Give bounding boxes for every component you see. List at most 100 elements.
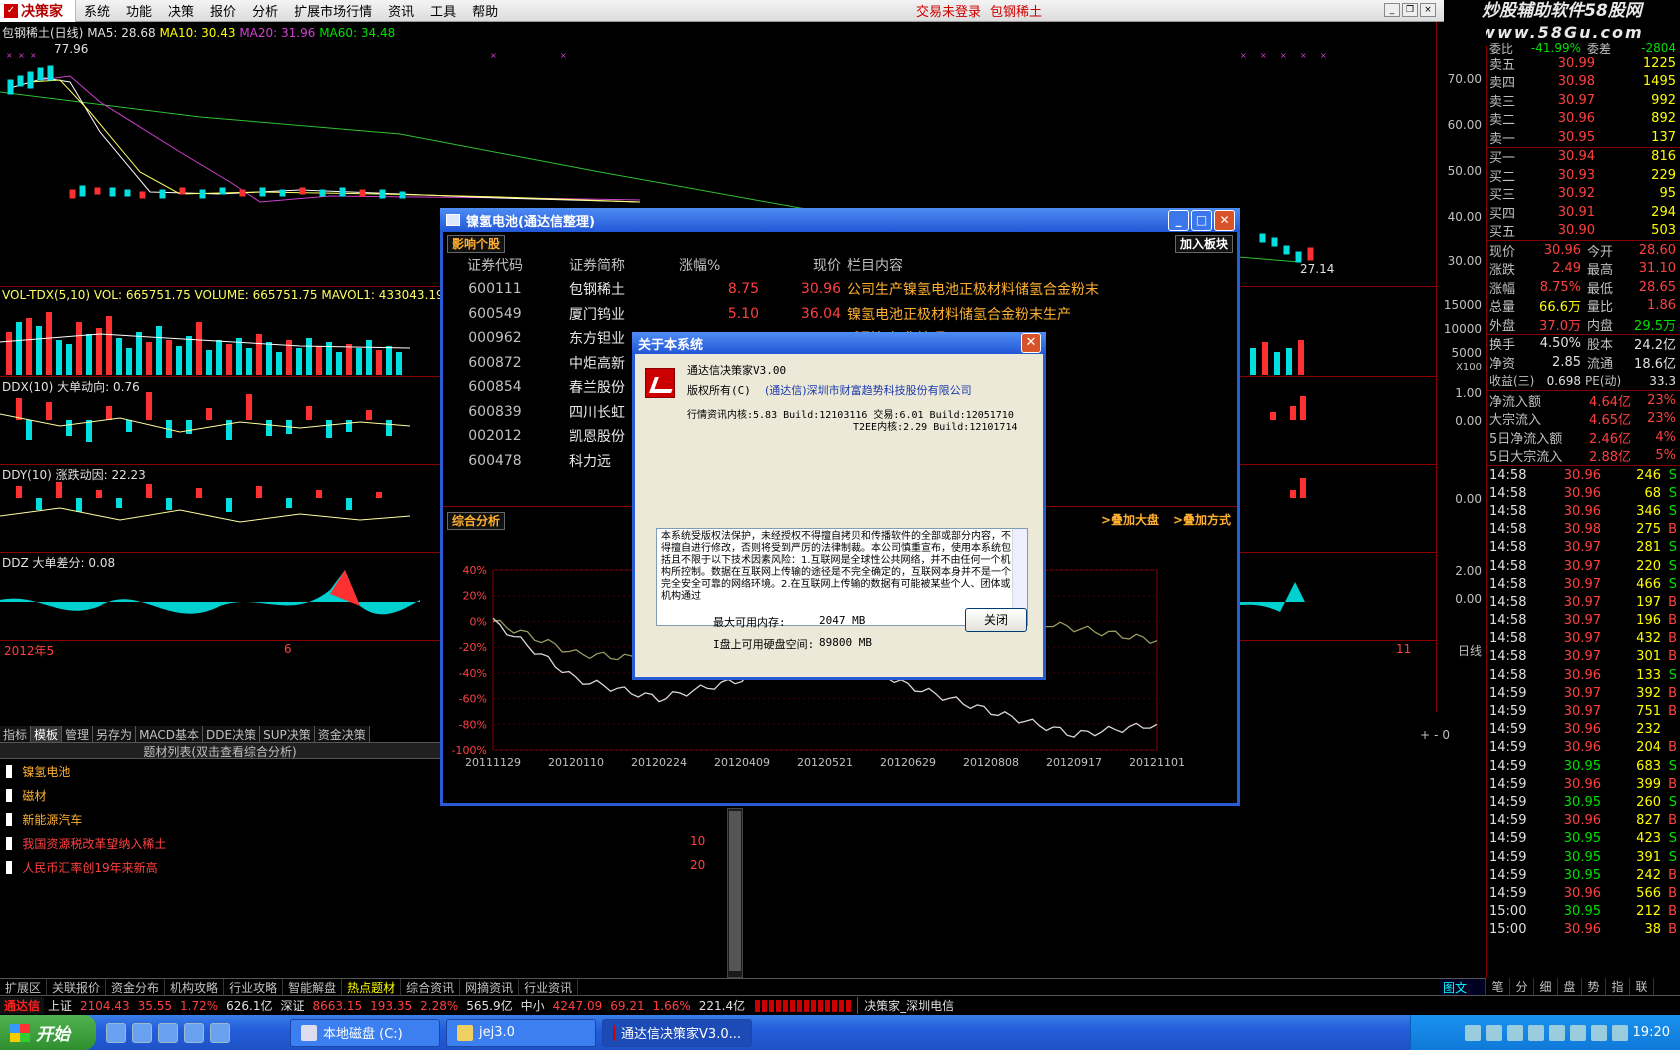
table-row[interactable]: 600111 包钢稀土 8.75 30.96 公司生产镍氢电池正极材料储氢合金粉末	[447, 277, 1237, 302]
add-to-sector-button[interactable]: 加入板块	[1174, 235, 1233, 253]
tab-industry-info[interactable]: 行业资讯	[519, 979, 579, 995]
tab-sup[interactable]: SUP决策	[260, 726, 315, 742]
tab-fund-distribution[interactable]: 资金分布	[106, 979, 166, 995]
zoom-in-button[interactable]: +	[1420, 728, 1430, 742]
quicklaunch-icon[interactable]	[158, 1022, 178, 1043]
tray-icon[interactable]	[1569, 1024, 1586, 1041]
tab-manage[interactable]: 管理	[62, 726, 94, 742]
list-item[interactable]: 我国资源税改革望纳入稀土	[0, 831, 440, 855]
list-item[interactable]: 磁材	[0, 783, 440, 807]
tick-row: 14:58 30.97 196 B	[1489, 613, 1677, 629]
trade-login-status[interactable]: 交易未登录	[916, 1, 981, 20]
close-icon[interactable]: ✕	[1021, 333, 1041, 353]
quicklaunch-icon[interactable]	[106, 1022, 126, 1043]
company-name: (通达信)深圳市财富趋势科技股份有限公司	[765, 384, 972, 397]
task-local-disk[interactable]: 本地磁盘 (C:)	[290, 1018, 440, 1047]
tab-smart-analysis[interactable]: 智能解盘	[283, 979, 343, 995]
tab-industry[interactable]: 行业攻略	[224, 979, 284, 995]
tab-web-info[interactable]: 网摘资讯	[460, 979, 520, 995]
zoom-out-button[interactable]: -	[1434, 728, 1438, 742]
about-titlebar[interactable]: 关于本系统 ✕	[632, 332, 1046, 354]
tab-related[interactable]: 联	[1630, 978, 1654, 995]
tab-related-quote[interactable]: 关联报价	[47, 979, 107, 995]
tab-dde[interactable]: DDE决策	[203, 726, 261, 742]
tick-row: 14:58 30.98 275 B	[1489, 522, 1677, 538]
high-price-label: 77.96	[54, 42, 89, 56]
list-item[interactable]: 新能源汽车	[0, 807, 440, 831]
menu-decision[interactable]: 决策	[160, 1, 202, 20]
svg-text:×: ×	[1240, 51, 1247, 60]
quote-panel: 委比 -41.99% 委差 -2804 卖五 30.99 1225 卖四 30.98 1…	[1486, 42, 1680, 986]
tab-minute[interactable]: 分	[1510, 978, 1534, 995]
tick-row: 14:58 30.96 346 S	[1489, 503, 1677, 519]
influence-stocks-button[interactable]: 影响个股	[447, 235, 506, 253]
tray-icon[interactable]	[1548, 1024, 1565, 1041]
task-app[interactable]: 通达信决策家V3.0...	[602, 1018, 752, 1047]
task-folder[interactable]: jej3.0	[446, 1018, 596, 1047]
tab-book[interactable]: 盘	[1558, 978, 1582, 995]
minimize-icon[interactable]: _	[1384, 3, 1400, 17]
tick-row: 14:59 30.97 392 B	[1489, 685, 1677, 701]
tab-hot-topics[interactable]: 热点题材	[342, 979, 402, 995]
menu-function[interactable]: 功能	[118, 1, 160, 20]
tick-row: 14:58 30.96 246 S	[1489, 467, 1677, 483]
tab-trend[interactable]: 势	[1582, 978, 1606, 995]
topic-count: 10	[690, 834, 706, 848]
zoom-reset-button[interactable]: 0	[1442, 728, 1450, 742]
ask-row: 卖三 30.97 992	[1489, 92, 1676, 110]
comprehensive-analysis-button[interactable]: 综合分析	[447, 512, 506, 530]
system-tray: 19:20	[1410, 1015, 1680, 1050]
list-item[interactable]: 镍氢电池	[0, 759, 440, 783]
tab-template[interactable]: 模板	[31, 726, 63, 742]
quicklaunch-icon[interactable]	[184, 1022, 204, 1043]
quicklaunch-icon[interactable]	[132, 1022, 152, 1043]
close-icon[interactable]: ✕	[1214, 210, 1235, 231]
tray-icon[interactable]	[1527, 1024, 1544, 1041]
menu-analysis[interactable]: 分析	[244, 1, 286, 20]
tab-institution[interactable]: 机构攻略	[165, 979, 225, 995]
tab-detail[interactable]: 细	[1534, 978, 1558, 995]
price-axis: 70.00 60.00 50.00 40.00 30.00 15000 1000…	[1436, 22, 1486, 712]
app-logo: ✓ 决策家	[0, 0, 76, 22]
y-tick-label: -80%	[459, 718, 487, 731]
clock[interactable]: 19:20	[1633, 1025, 1670, 1040]
tray-icon[interactable]	[1485, 1024, 1502, 1041]
overlay-index-button[interactable]: >叠加大盘	[1097, 512, 1163, 530]
close-button[interactable]: 关闭	[965, 608, 1027, 632]
menu-ext-market[interactable]: 扩展市场行情	[286, 1, 380, 20]
sector-window-titlebar[interactable]: 镍氢电池(通达信整理) _ □ ✕	[440, 208, 1240, 232]
tab-fund[interactable]: 资金决策	[314, 726, 370, 742]
menu-system[interactable]: 系统	[76, 1, 118, 20]
tab-ticks[interactable]: 笔	[1486, 978, 1510, 995]
tab-comprehensive-info[interactable]: 综合资讯	[401, 979, 461, 995]
menu-quote[interactable]: 报价	[202, 1, 244, 20]
tab-indicator[interactable]: 指标	[0, 726, 32, 742]
tab-index[interactable]: 指	[1606, 978, 1630, 995]
y-tick-label: 40%	[463, 564, 487, 577]
maximize-icon[interactable]: □	[1191, 210, 1212, 231]
list-item[interactable]: 人民币汇率创19年来新高	[0, 855, 440, 879]
tick-list[interactable]: 14:58 30.96 246 S 14:58 30.96 68 S 14:58 30.96 346…	[1487, 466, 1680, 939]
product-logo-icon	[645, 368, 675, 398]
overlay-mode-button[interactable]: >叠加方式	[1169, 512, 1235, 530]
tab-ext-area[interactable]: 扩展区	[0, 979, 48, 995]
table-row[interactable]: 600549 厦门钨业 5.10 36.04 镍氢电池正极材料储氢合金粉末生产	[447, 302, 1237, 327]
tab-macd[interactable]: MACD基本	[136, 726, 204, 742]
menu-help[interactable]: 帮助	[464, 1, 506, 20]
menu-info[interactable]: 资讯	[380, 1, 422, 20]
quicklaunch-icon[interactable]	[210, 1022, 230, 1043]
tray-icon[interactable]	[1611, 1024, 1628, 1041]
svg-text:×: ×	[18, 51, 25, 60]
menu-tools[interactable]: 工具	[422, 1, 464, 20]
close-icon[interactable]: ×	[1420, 3, 1436, 17]
tray-icon[interactable]	[1590, 1024, 1607, 1041]
restore-icon[interactable]: ❐	[1402, 3, 1418, 17]
tab-save-as[interactable]: 另存为	[93, 726, 137, 742]
tray-icon[interactable]	[1464, 1024, 1481, 1041]
bid-row: 买一 30.94 816	[1489, 149, 1676, 167]
start-button[interactable]: 开始	[0, 1015, 96, 1050]
topic-scrollbar[interactable]	[727, 808, 743, 978]
minimize-icon[interactable]: _	[1168, 210, 1189, 231]
tray-icon[interactable]	[1506, 1024, 1523, 1041]
ddy-panel-title: DDY(10) 涨跌动因: 22.23	[2, 468, 146, 482]
